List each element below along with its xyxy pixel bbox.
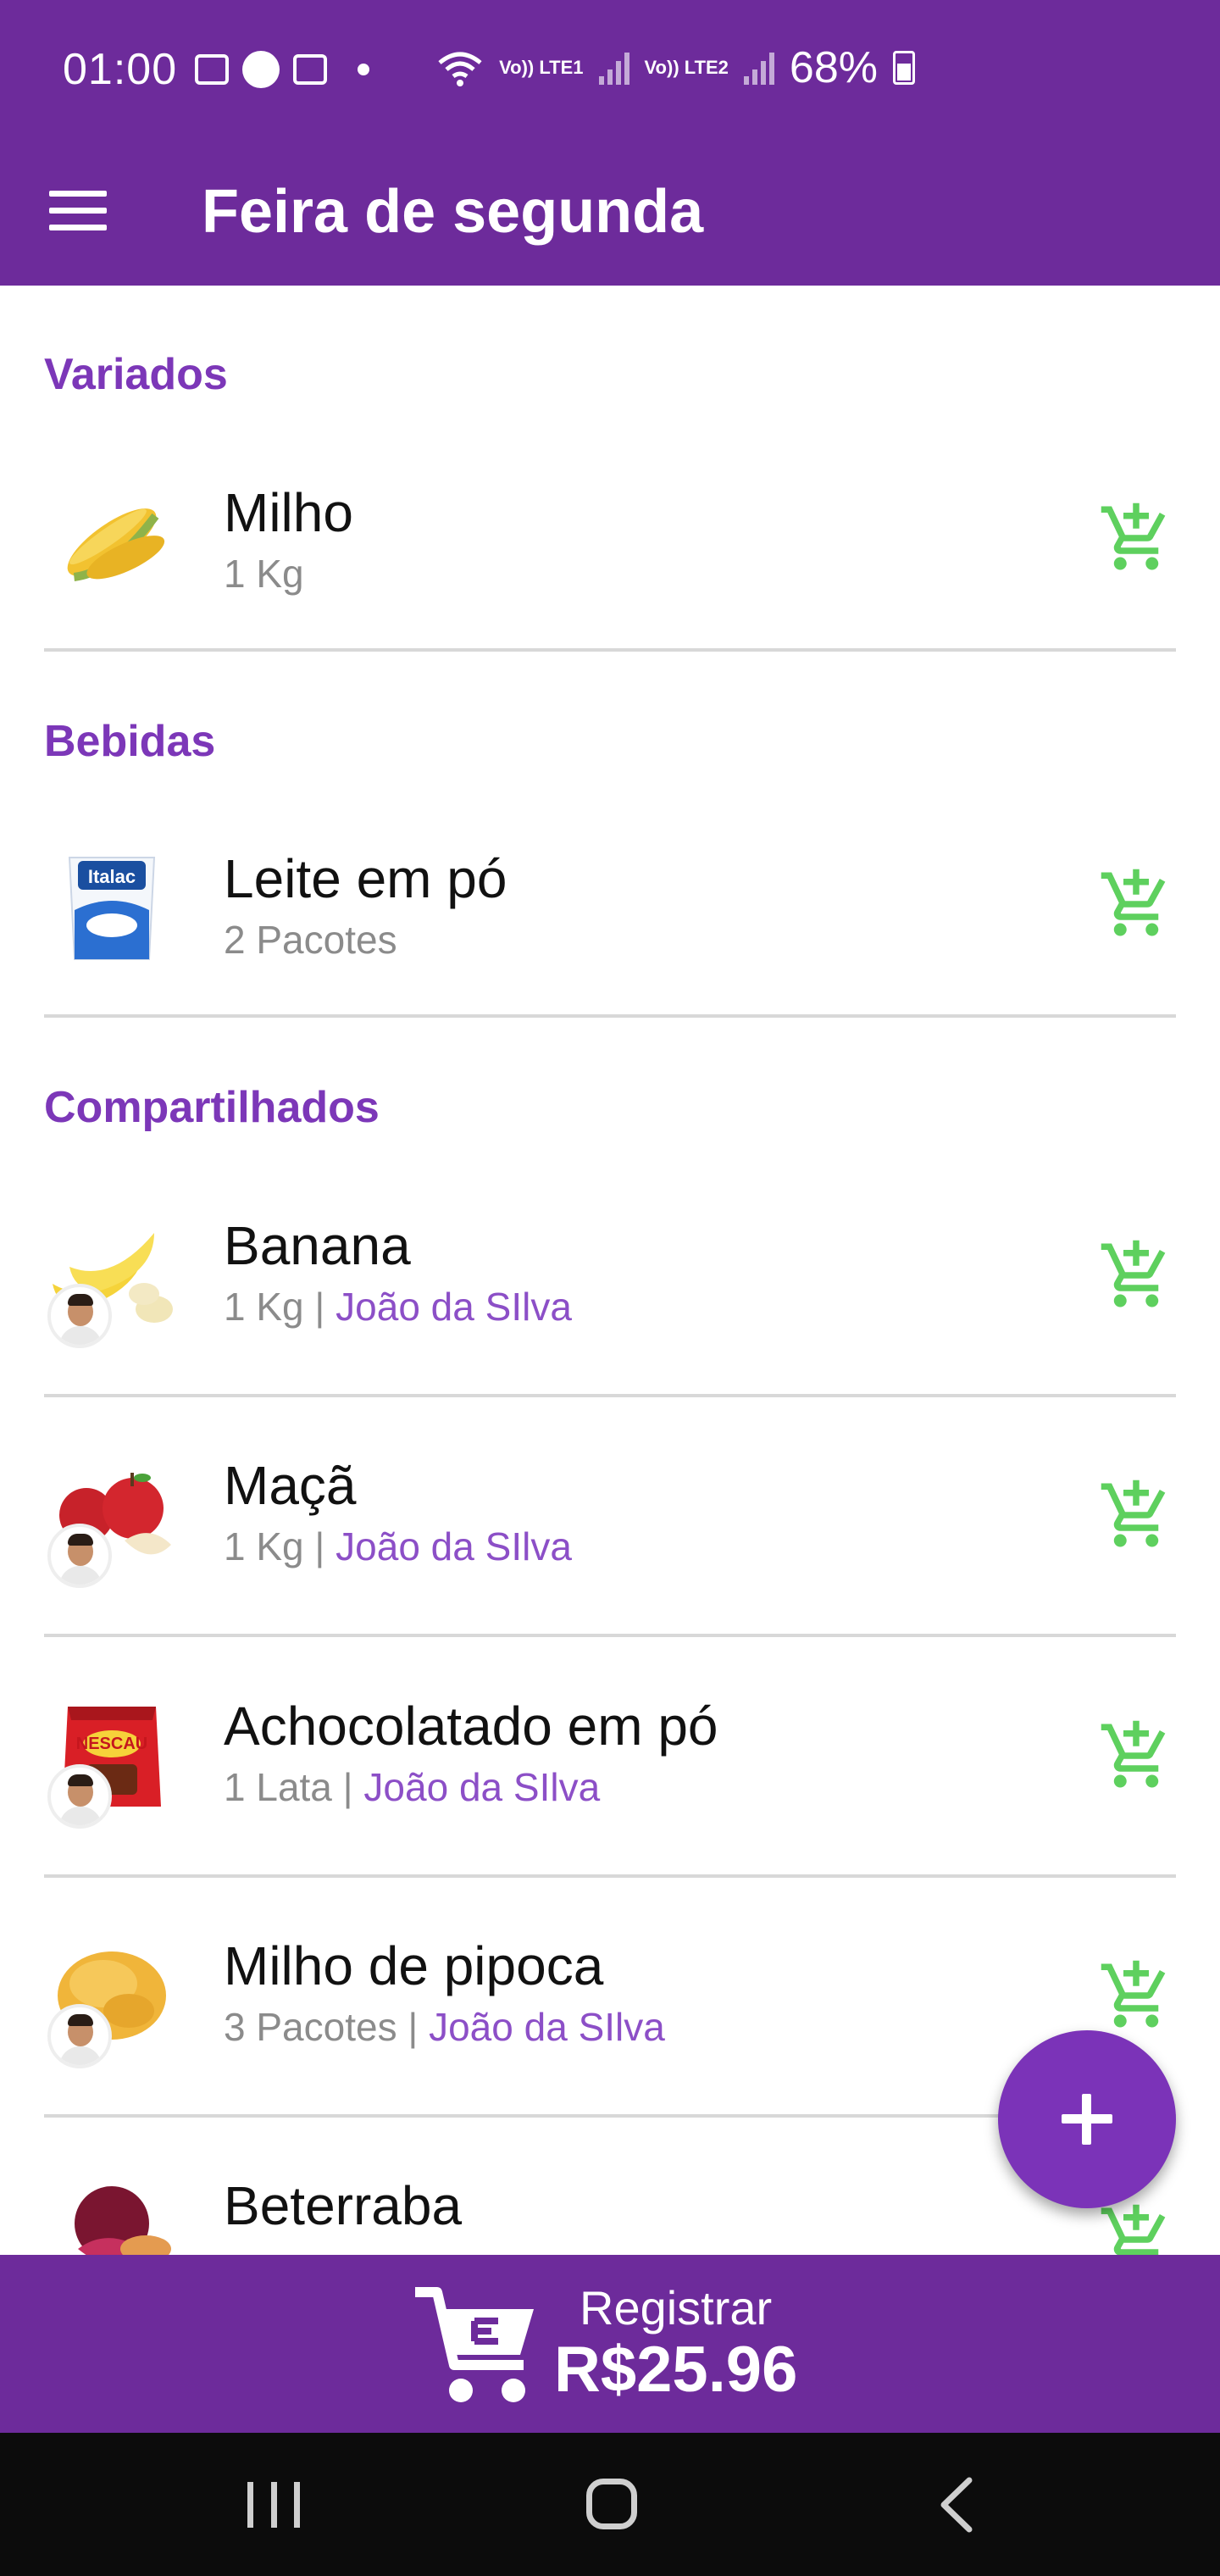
corn-image <box>67 508 165 581</box>
register-button[interactable]: Registrar R$25.96 <box>0 2255 1220 2433</box>
register-label: Registrar <box>580 2281 773 2334</box>
item-quantity: 3 Pacotes | João da SIlva <box>224 2005 665 2049</box>
item-quantity: 1 Lata | João da SIlva <box>224 1765 601 1809</box>
status-time: 01:00 <box>63 45 178 94</box>
item-name: Milho <box>224 482 353 543</box>
list-item[interactable]: NESCAU Achocolatado em pó 1 Lata | João … <box>0 1671 1220 1874</box>
notification-icons <box>195 51 369 88</box>
item-name: Leite em pó <box>224 848 507 909</box>
add-item-fab-button[interactable] <box>998 2030 1176 2208</box>
image-icon <box>195 54 229 85</box>
item-owner: João da SIlva <box>429 2005 665 2049</box>
avatar <box>47 1284 112 1348</box>
list-item[interactable]: Italac Leite em pó 2 Pacotes <box>0 824 1220 1019</box>
avatar <box>47 1764 112 1829</box>
item-quantity: 1 Kg | João da SIlva <box>224 1285 572 1329</box>
section-header-bebidas: Bebidas <box>44 717 216 766</box>
svg-text:NESCAU: NESCAU <box>76 1735 147 1753</box>
list-item[interactable]: Banana 1 Kg | João da SIlva <box>0 1191 1220 1394</box>
add-to-cart-icon[interactable] <box>1098 1237 1174 1313</box>
signal-icon <box>598 51 629 85</box>
item-quantity: 2 Pacotes <box>224 918 397 962</box>
home-icon[interactable] <box>586 2479 637 2529</box>
list-item[interactable]: Maçã 1 Kg | João da SIlva <box>0 1430 1220 1634</box>
sim1-label: Vo)) LTE1 <box>499 57 584 78</box>
divider <box>44 648 1176 652</box>
system-nav-bar <box>0 2433 1220 2576</box>
section-header-compartilhados: Compartilhados <box>44 1083 380 1132</box>
app-bar: Feira de segunda <box>0 146 1220 286</box>
item-name: Maçã <box>224 1455 357 1516</box>
milk-powder-image: Italac <box>68 857 156 960</box>
add-to-cart-icon[interactable] <box>1098 1477 1174 1553</box>
list-item[interactable]: Milho 1 Kg <box>0 458 1220 652</box>
hamburger-menu-icon[interactable] <box>49 191 107 231</box>
beet-image <box>75 2186 171 2255</box>
item-name: Milho de pipoca <box>224 1935 604 1996</box>
add-to-cart-icon[interactable] <box>1098 866 1174 942</box>
avatar <box>47 2004 112 2068</box>
item-name: Achocolatado em pó <box>224 1696 718 1757</box>
dot-icon <box>358 64 369 75</box>
system-icons: Vo)) LTE1 Vo)) LTE2 68% <box>436 42 915 93</box>
battery-percent: 68% <box>789 43 878 92</box>
status-bar: 01:00 Vo)) LTE1 Vo)) LTE2 68% <box>0 0 1220 146</box>
item-quantity: 1 Kg | João da SIlva <box>224 1524 572 1568</box>
item-owner: João da SIlva <box>363 1765 601 1809</box>
signal-icon <box>743 51 774 85</box>
mail-icon <box>293 54 327 85</box>
back-icon[interactable] <box>932 2475 983 2534</box>
add-to-cart-icon[interactable] <box>1098 2201 1174 2255</box>
divider <box>44 1874 1176 1878</box>
cart-register-icon <box>415 2287 534 2402</box>
divider <box>44 1394 1176 1397</box>
page-title: Feira de segunda <box>202 178 704 246</box>
battery-icon <box>893 51 915 85</box>
svg-text:Italac: Italac <box>88 866 136 887</box>
app-icon <box>242 51 280 88</box>
add-to-cart-icon[interactable] <box>1098 1718 1174 1794</box>
item-name: Beterraba <box>224 2175 463 2236</box>
add-to-cart-icon[interactable] <box>1098 1957 1174 2034</box>
wifi-icon <box>438 52 482 86</box>
divider <box>44 1014 1176 1018</box>
register-total: R$25.96 <box>554 2334 798 2406</box>
divider <box>44 1634 1176 1637</box>
add-to-cart-icon[interactable] <box>1098 500 1174 576</box>
sim2-label: Vo)) LTE2 <box>644 57 729 78</box>
item-name: Banana <box>224 1215 411 1276</box>
avatar <box>47 1524 112 1588</box>
item-owner: João da SIlva <box>336 1285 572 1329</box>
section-header-variados: Variados <box>44 350 228 399</box>
recents-icon[interactable] <box>247 2482 300 2528</box>
item-quantity: 1 Kg <box>224 552 304 596</box>
item-owner: João da SIlva <box>336 1524 572 1568</box>
